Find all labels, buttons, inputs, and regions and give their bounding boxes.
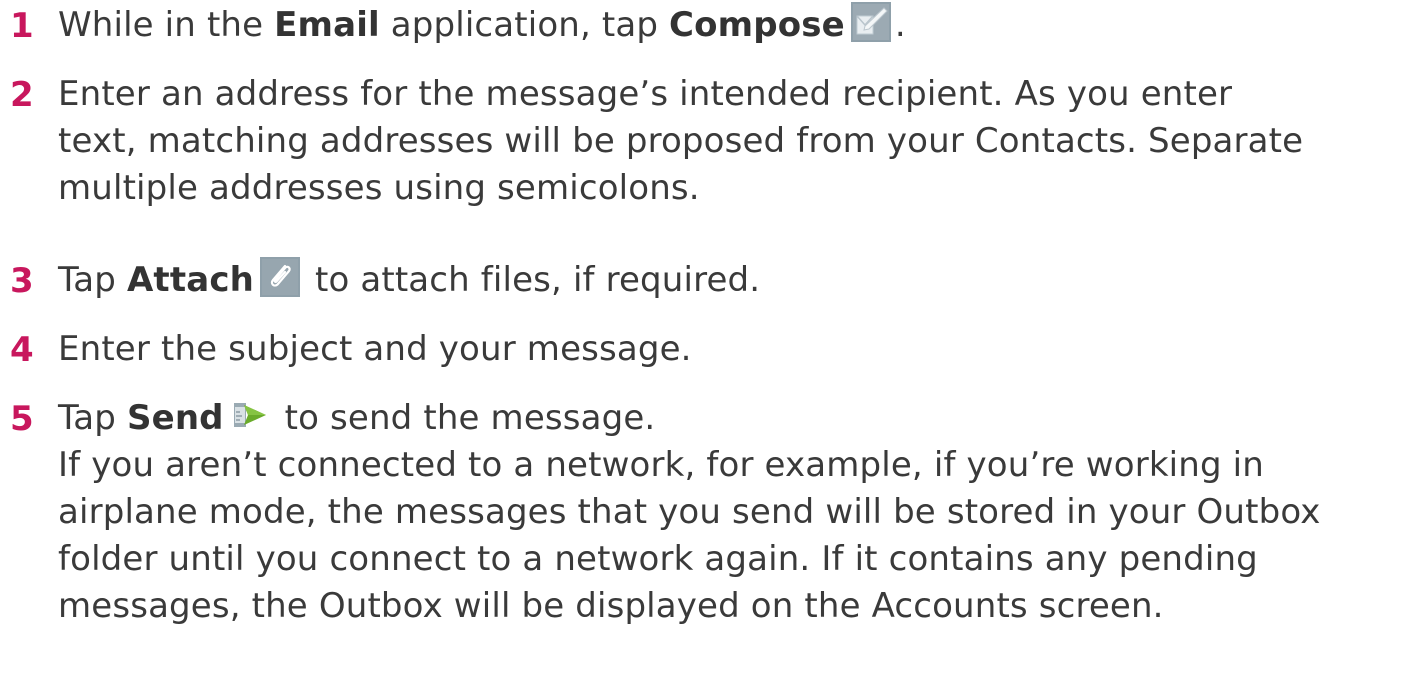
step-text-line: Enter the subject and your message. — [58, 329, 692, 369]
step-note-line: If you aren’t connected to a network, fo… — [58, 445, 1264, 485]
step-number: 5 — [10, 399, 34, 439]
attach-icon — [260, 257, 300, 297]
step-4: 4 Enter the subject and your message. — [10, 326, 692, 374]
step-number: 3 — [10, 261, 34, 301]
email-app-label: Email — [274, 5, 380, 45]
step-text: Enter an address for the message’s inten… — [58, 71, 1303, 212]
step-number: 1 — [10, 6, 34, 46]
step-text-segment: application, tap — [379, 5, 670, 45]
step-text-segment: Tap — [58, 398, 127, 438]
step-note-line: folder until you connect to a network ag… — [58, 539, 1258, 579]
step-text: While in the Email application, tap Comp… — [58, 2, 906, 49]
step-2: 2 Enter an address for the message’s int… — [10, 71, 1303, 212]
step-note-line: airplane mode, the messages that you sen… — [58, 492, 1321, 532]
send-label: Send — [126, 398, 224, 438]
step-note-line: messages, the Outbox will be displayed o… — [58, 586, 1164, 626]
step-number: 2 — [10, 75, 34, 115]
step-text-segment: Tap — [58, 260, 127, 300]
step-text: Tap Send to send the message. If you are… — [58, 395, 1321, 630]
compose-icon — [850, 2, 891, 42]
step-1: 1 While in the Email application, tap Co… — [10, 2, 906, 50]
attach-label: Attach — [126, 260, 254, 300]
step-text: Tap Attach to attach files, if required. — [58, 257, 760, 304]
step-text-line: text, matching addresses will be propose… — [58, 121, 1304, 161]
step-text-segment: . — [894, 5, 906, 45]
step-text: Enter the subject and your message. — [58, 326, 692, 373]
send-icon — [229, 395, 270, 435]
step-text-segment: to send the message. — [273, 398, 656, 438]
step-text-line: Enter an address for the message’s inten… — [58, 74, 1233, 114]
step-3: 3 Tap Attach to attach files, if require… — [10, 257, 760, 305]
step-5: 5 Tap Send to send the message. If you a… — [10, 395, 1321, 630]
step-text-line: multiple addresses using semicolons. — [58, 168, 700, 208]
step-text-segment: While in the — [58, 5, 275, 45]
step-text-segment: to attach files, if required. — [304, 260, 761, 300]
compose-label: Compose — [669, 5, 845, 45]
step-number: 4 — [10, 330, 34, 370]
